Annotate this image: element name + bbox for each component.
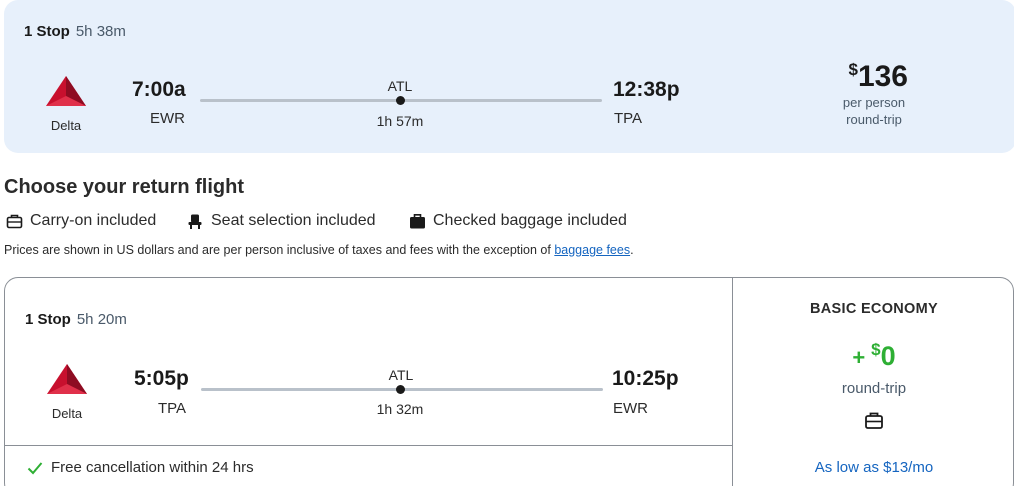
page-title: Choose your return flight [4, 176, 244, 198]
carry-on-icon [6, 214, 23, 228]
seat-icon [188, 214, 202, 229]
return-arrive-time: 10:25p [612, 367, 679, 390]
amenity-carry-on-label: Carry-on included [30, 212, 157, 229]
outbound-depart-time: 7:00a [132, 78, 186, 101]
checkmark-icon [27, 461, 43, 474]
return-depart-code: TPA [158, 400, 187, 417]
return-leg-duration: 1h 32m [376, 401, 424, 417]
price-disclaimer: Prices are shown in US dollars and are p… [4, 243, 634, 257]
fare-round-trip-label: round-trip [841, 380, 907, 397]
return-total-duration: 5h 20m [76, 311, 127, 328]
return-stops: 1 Stop [25, 311, 71, 328]
amenity-carry-on: Carry-on included [6, 212, 156, 230]
return-summary: 1 Stop 5h 20m [25, 311, 127, 328]
delta-logo-icon [46, 76, 86, 106]
baggage-fees-link[interactable]: baggage fees [554, 243, 630, 257]
outbound-via-airport: ATL [387, 78, 413, 94]
fare-price-currency: $ [871, 340, 881, 359]
fare-price-amount: 0 [880, 341, 896, 371]
disclaimer-text: Prices are shown in US dollars and are p… [4, 243, 555, 257]
outbound-depart-code: EWR [150, 110, 185, 127]
return-stop-dot [396, 385, 405, 394]
amenity-checked-bag: Checked baggage included [409, 212, 627, 230]
outbound-stop-dot [396, 96, 405, 105]
amenity-seat: Seat selection included [187, 212, 376, 230]
outbound-arrive-time: 12:38p [613, 78, 680, 101]
amenity-checked-bag-label: Checked baggage included [433, 212, 627, 229]
free-cancellation-note: Free cancellation within 24 hrs [27, 459, 254, 476]
fare-price[interactable]: + $0 [733, 340, 1013, 372]
return-depart-time: 5:05p [134, 367, 189, 390]
return-flight-card[interactable]: 1 Stop 5h 20m Delta 5:05p TPA ATL 1h 32m … [4, 277, 1014, 486]
return-arrive-code: EWR [613, 400, 648, 417]
amenity-seat-label: Seat selection included [211, 212, 376, 229]
checked-bag-icon [410, 213, 425, 228]
outbound-price-per-person: per person [842, 95, 906, 110]
outbound-flight-card[interactable]: 1 Stop 5h 38m Delta 7:00a EWR ATL 1h 57m … [4, 0, 1014, 153]
disclaimer-suffix: . [630, 243, 634, 257]
return-airline-name: Delta [51, 406, 83, 421]
carry-on-icon [865, 412, 883, 429]
financing-link[interactable]: As low as $13/mo [733, 459, 1013, 476]
outbound-price-round-trip: round-trip [846, 112, 902, 127]
outbound-total-duration: 5h 38m [75, 23, 126, 40]
outbound-arrive-code: TPA [614, 110, 643, 127]
fare-price-plus: + [852, 345, 866, 370]
card-divider-horizontal [5, 445, 733, 446]
outbound-price-currency: $ [848, 60, 858, 79]
fare-class-name: BASIC ECONOMY [810, 301, 938, 317]
return-via-airport: ATL [388, 367, 414, 383]
outbound-price-amount: 136 [857, 60, 908, 93]
outbound-summary: 1 Stop 5h 38m [24, 23, 126, 40]
outbound-airline-name: Delta [50, 118, 82, 133]
delta-logo-icon [47, 364, 87, 394]
free-cancellation-label: Free cancellation within 24 hrs [51, 459, 254, 476]
outbound-leg-duration: 1h 57m [376, 113, 424, 129]
outbound-price: $136 [848, 60, 908, 94]
outbound-stops: 1 Stop [24, 23, 70, 40]
